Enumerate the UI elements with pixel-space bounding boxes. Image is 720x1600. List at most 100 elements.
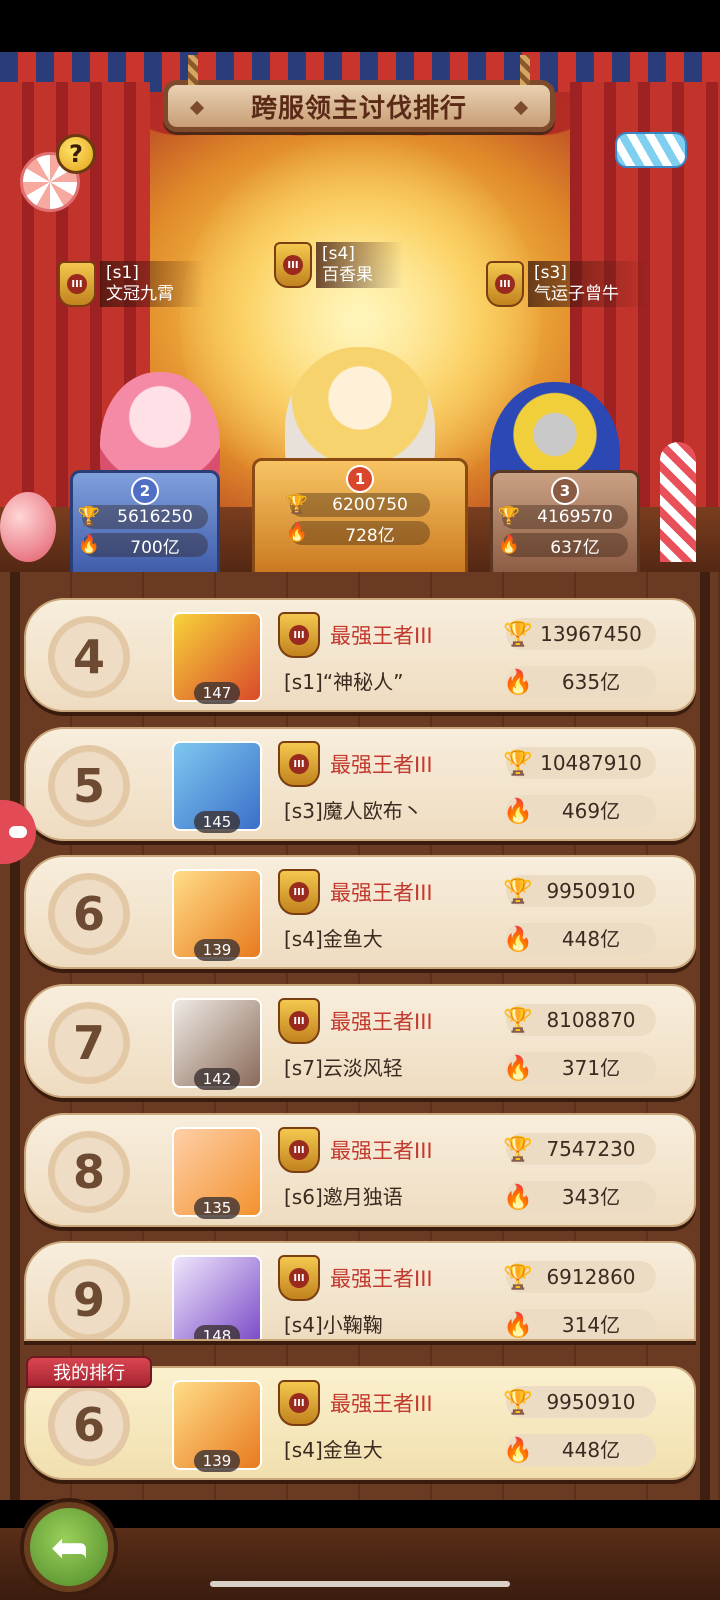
list-rail-left [10,572,20,1500]
rank-number: 9 [48,1259,130,1339]
top-player-nameplate-2: [s1] 文冠九霄 [58,259,204,309]
player-name: [s4]金鱼大 [284,927,383,951]
flame-icon: 🔥 [497,534,521,555]
player-level: 135 [194,1197,240,1219]
crown-badge-icon [278,612,320,658]
ball-decoration-icon [0,492,56,562]
gamepad-icon [9,826,27,838]
podium-power: 637亿 [550,537,600,558]
podium-rank-3: 3 🏆 4169570 🔥 637亿 [490,470,640,580]
help-button[interactable]: ? [56,134,96,174]
flame-icon: 🔥 [503,1054,533,1082]
rank-number: 4 [48,616,130,698]
score-pill: 🏆 6912860 [503,1261,656,1293]
podium-score-row: 🏆 4169570 [498,505,628,529]
score-value: 9950910 [546,879,636,903]
back-arrow-icon: ➦ [49,1520,89,1574]
home-indicator[interactable] [210,1581,510,1587]
player-name: [s4]金鱼大 [284,1438,383,1462]
top-player-server: [s4] [322,244,355,264]
trophy-icon: 🏆 [503,877,533,905]
back-button[interactable]: ➦ [24,1502,114,1592]
crown-badge-icon [278,1127,320,1173]
trophy-icon: 🏆 [503,749,533,777]
player-level: 139 [194,939,240,961]
podium-power-row: 🔥 637亿 [498,533,628,558]
power-value: 635亿 [561,670,621,694]
podium-power-row: 🔥 728亿 [286,521,430,546]
podium-score: 4169570 [537,507,613,527]
crown-badge-icon [278,1380,320,1426]
tier-label: 最强王者III [330,1010,433,1034]
top-player-nameplate-1: [s4] 百香果 [274,240,403,290]
top-player-nameplate-3: [s3] 气运子曾牛 [486,259,649,309]
score-pill: 🏆 8108870 [503,1004,656,1036]
rope-right [520,55,530,85]
tier-label: 最强王者III [330,881,433,905]
podium-score-row: 🏆 6200750 [286,493,430,517]
power-pill: 🔥 314亿 [503,1309,656,1339]
question-mark-icon: ? [69,140,83,168]
crown-badge-icon [278,1255,320,1301]
ranking-row[interactable]: 9 148 最强王者III [s4]小鞠鞠 🏆 6912860 🔥 314亿 [24,1241,696,1341]
crown-badge-icon [278,869,320,915]
top-player-server: [s3] [534,263,567,283]
top-player-server: [s1] [106,263,139,283]
score-pill: 🏆 7547230 [503,1133,656,1165]
player-level: 139 [194,1450,240,1472]
score-pill: 🏆 9950910 [503,1386,656,1418]
tier-label: 最强王者III [330,624,433,648]
status-bar [0,0,720,52]
player-name: [s7]云淡风轻 [284,1056,403,1080]
power-pill: 🔥 469亿 [503,795,656,827]
tier-label: 最强王者III [330,1267,433,1291]
flame-icon: 🔥 [503,797,533,825]
trophy-icon: 🏆 [77,506,101,527]
ranking-row[interactable]: 5 145 最强王者III [s3]魔人欧布丶 🏆 10487910 🔥 469亿 [24,727,696,841]
rank-number: 8 [48,1131,130,1213]
player-level: 147 [194,682,240,704]
trophy-icon: 🏆 [285,494,309,515]
rank-medal: 1 [346,465,374,493]
top-player-name: 文冠九霄 [106,284,174,304]
crown-badge-icon [278,741,320,787]
player-level: 145 [194,811,240,833]
ranking-row[interactable]: 7 142 最强王者III [s7]云淡风轻 🏆 8108870 🔥 371亿 [24,984,696,1098]
podium-power-row: 🔥 700亿 [78,533,208,558]
flame-icon: 🔥 [285,522,309,543]
score-value: 9950910 [546,1390,636,1414]
power-value: 448亿 [561,1438,621,1462]
rope-left [188,55,198,85]
crown-badge-icon [278,998,320,1044]
candy-decoration-icon [615,132,687,168]
flame-icon: 🔥 [503,1436,533,1464]
podium-rank-2: 2 🏆 5616250 🔥 700亿 [70,470,220,580]
power-value: 448亿 [561,927,621,951]
score-pill: 🏆 10487910 [503,747,656,779]
flame-icon: 🔥 [503,925,533,953]
diamond-ornament-icon [189,100,205,116]
score-pill: 🏆 9950910 [503,875,656,907]
ranking-row[interactable]: 4 147 最强王者III [s1]“神秘人” 🏆 13967450 🔥 635亿 [24,598,696,712]
ranking-row[interactable]: 8 135 最强王者III [s6]邀月独语 🏆 7547230 🔥 343亿 [24,1113,696,1227]
flame-icon: 🔥 [503,1183,533,1211]
trophy-icon: 🏆 [503,1263,533,1291]
trophy-icon: 🏆 [503,1006,533,1034]
power-value: 371亿 [561,1056,621,1080]
flame-icon: 🔥 [77,534,101,555]
crown-badge-icon [58,261,96,307]
rank-number: 6 [48,873,130,955]
player-name: [s4]小鞠鞠 [284,1313,383,1337]
diamond-ornament-icon [513,100,529,116]
podium-score: 5616250 [117,507,193,527]
power-pill: 🔥 635亿 [503,666,656,698]
rank-number: 6 [48,1384,130,1466]
power-pill: 🔥 343亿 [503,1181,656,1213]
score-pill: 🏆 13967450 [503,618,656,650]
rank-number: 5 [48,745,130,827]
score-value: 8108870 [546,1008,636,1032]
page-title: 跨服领主讨伐排行 [250,93,467,124]
ranking-row[interactable]: 6 139 最强王者III [s4]金鱼大 🏆 9950910 🔥 448亿 [24,855,696,969]
power-value: 343亿 [561,1185,621,1209]
title-board: 跨服领主讨伐排行 [163,55,555,132]
